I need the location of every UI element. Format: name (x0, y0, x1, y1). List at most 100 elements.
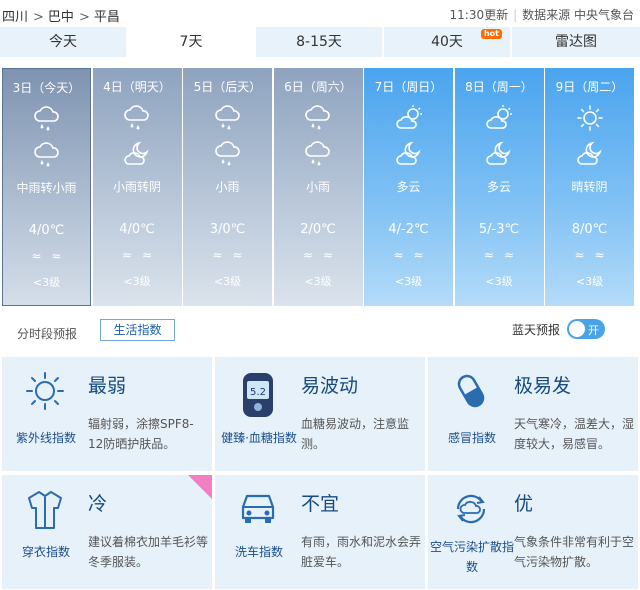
rain-cloud-icon (274, 104, 363, 135)
tab-label: 今天 (49, 34, 77, 50)
index-name: 洗车指数 (234, 545, 283, 559)
day-condition: 小雨转阴 (112, 180, 161, 194)
sun-cloud-icon (364, 104, 453, 135)
toggle-knob (569, 321, 585, 337)
forecast-tabs: 今天 7天 8-15天 40天 hot 雷达图 (0, 27, 640, 57)
breadcrumb: 四川 > 巴中 > 平昌 (2, 6, 121, 25)
bluesky-toggle[interactable]: 开 (567, 319, 605, 339)
wind-icon: ≈≈ (483, 248, 525, 262)
day-column[interactable]: 9日（周二） 晴转阴 8/0℃ ≈≈ <3级 (545, 68, 634, 306)
tab-radar[interactable]: 雷达图 (512, 27, 640, 57)
day-condition: 多云 (486, 180, 511, 194)
day-temperature: 3/0℃ (209, 222, 246, 237)
hot-badge: hot (480, 29, 502, 39)
wind-level: <3级 (123, 275, 151, 288)
sub-bar: 分时段预报 生活指数 蓝天预报 开 (0, 313, 640, 345)
breadcrumb-county[interactable]: 平昌 (94, 10, 120, 25)
breadcrumb-province[interactable]: 四川 (2, 10, 28, 25)
top-bar: 四川 > 巴中 > 平昌 11:30更新 | 数据来源 中央气象台 (0, 0, 640, 27)
wind-icon: ≈≈ (574, 248, 615, 262)
day-condition: 小雨 (215, 180, 240, 194)
breadcrumb-separator: > (78, 10, 90, 25)
day-temperature: 4/-2℃ (388, 222, 429, 237)
day-condition: 中雨转小雨 (16, 181, 77, 195)
day-column[interactable]: 5日（后天） 小雨 3/0℃ ≈≈ <3级 (183, 68, 272, 306)
index-card-carwash[interactable]: 洗车指数 不宜 有雨，雨水和泥水会弄脏爱车。 (215, 475, 425, 589)
index-desc: 建议着棉衣加羊毛衫等冬季服装。 (88, 535, 209, 569)
index-name: 紫外线指数 (15, 431, 76, 445)
car-icon (215, 489, 301, 549)
day-temperature: 4/0℃ (28, 223, 65, 238)
index-desc: 血糖易波动，注意监测。 (301, 417, 410, 451)
index-desc: 有雨，雨水和泥水会弄脏爱车。 (301, 535, 422, 569)
hourly-forecast-link[interactable]: 分时段预报 (17, 325, 77, 342)
rain-cloud-icon (3, 141, 90, 172)
day-temperature: 8/0℃ (571, 222, 608, 237)
index-name: 空气污染扩散指数 (430, 540, 515, 574)
bluesky-forecast-label: 蓝天预报 (511, 323, 560, 337)
day-condition: 晴转阴 (571, 180, 608, 194)
day-date: 9日（周二） (555, 80, 624, 94)
wind-level: <3级 (575, 275, 604, 288)
day-date: 5日（后天） (193, 80, 262, 94)
day-condition: 多云 (396, 180, 421, 194)
index-name: 健臻·血糖指数 (221, 431, 297, 445)
index-name: 感冒指数 (447, 431, 496, 445)
wind-icon: ≈≈ (212, 248, 253, 262)
moon-cloud-icon (93, 140, 182, 171)
wind-level: <3级 (32, 276, 61, 289)
index-value: 易波动 (301, 375, 359, 397)
day-column[interactable]: 3日（今天） 中雨转小雨 4/0℃ ≈≈ <3级 (2, 68, 91, 306)
day-column[interactable]: 4日（明天） 小雨转阴 4/0℃ ≈≈ <3级 (92, 68, 182, 306)
day-date: 8日（周一） (465, 80, 533, 94)
tab-40day[interactable]: 40天 hot (384, 27, 512, 57)
wind-icon: ≈≈ (121, 248, 163, 262)
sun-icon (2, 371, 88, 431)
day-date: 7日（周日） (374, 80, 443, 94)
wind-level: <3级 (394, 275, 423, 288)
rain-cloud-icon (93, 104, 182, 135)
toggle-state: 开 (588, 324, 599, 337)
day-date: 4日（明天） (103, 80, 171, 94)
moon-cloud-icon (455, 140, 544, 171)
day-column[interactable]: 7日（周日） 多云 4/-2℃ ≈≈ <3级 (364, 68, 453, 306)
tab-label: 40天 (431, 34, 463, 50)
day-temperature: 5/-3℃ (478, 222, 520, 237)
rain-cloud-icon (274, 140, 363, 171)
day-date: 3日（今天） (12, 81, 81, 95)
life-index-grid: 紫外线指数 最弱 辐射弱，涂擦SPF8-12防晒护肤品。 5.2 健臻·血糖指数… (0, 353, 640, 590)
index-value: 优 (514, 493, 534, 515)
index-desc: 辐射弱，涂擦SPF8-12防晒护肤品。 (88, 417, 194, 451)
index-value: 极易发 (514, 375, 572, 397)
index-card-dressing[interactable]: 穿衣指数 冷 建议着棉衣加羊毛衫等冬季服装。 (2, 475, 212, 589)
data-source: 数据来源 中央气象台 (522, 8, 634, 22)
coat-icon (2, 489, 88, 549)
wind-icon: ≈≈ (31, 249, 72, 263)
breadcrumb-city[interactable]: 巴中 (48, 10, 74, 25)
breadcrumb-separator: > (33, 10, 44, 25)
wind-icon: ≈≈ (302, 248, 344, 262)
day-column[interactable]: 8日（周一） 多云 5/-3℃ ≈≈ <3级 (454, 68, 544, 306)
day-condition: 小雨 (305, 180, 330, 194)
index-value: 最弱 (88, 375, 127, 397)
wind-level: <3级 (485, 275, 513, 288)
tab-7day[interactable]: 7天 (128, 27, 256, 57)
tab-today[interactable]: 今天 (0, 27, 128, 57)
index-card-glucose[interactable]: 5.2 健臻·血糖指数 易波动 血糖易波动，注意监测。 (215, 357, 425, 471)
index-card-uv[interactable]: 紫外线指数 最弱 辐射弱，涂擦SPF8-12防晒护肤品。 (2, 357, 212, 471)
wind-icon: ≈≈ (393, 248, 434, 262)
day-column[interactable]: 6日（周六） 小雨 2/0℃ ≈≈ <3级 (273, 68, 363, 306)
index-card-air[interactable]: 空气污染扩散指数 优 气象条件非常有利于空气污染物扩散。 (428, 475, 638, 589)
tab-8-15day[interactable]: 8-15天 (256, 27, 384, 57)
update-time: 11:30更新 (449, 8, 509, 22)
index-card-cold[interactable]: 感冒指数 极易发 天气寒冷，温差大，湿度较大，易感冒。 (428, 357, 638, 471)
day-temperature: 2/0℃ (300, 222, 336, 237)
update-meta: 11:30更新 | 数据来源 中央气象台 (450, 6, 634, 23)
life-index-button[interactable]: 生活指数 (100, 319, 175, 341)
index-desc: 天气寒冷，温差大，湿度较大，易感冒。 (514, 417, 635, 451)
corner-flag (188, 475, 212, 499)
index-value: 冷 (88, 493, 108, 515)
sun-icon (545, 104, 634, 135)
wind-level: <3级 (213, 275, 242, 288)
day-date: 6日（周六） (284, 80, 352, 94)
